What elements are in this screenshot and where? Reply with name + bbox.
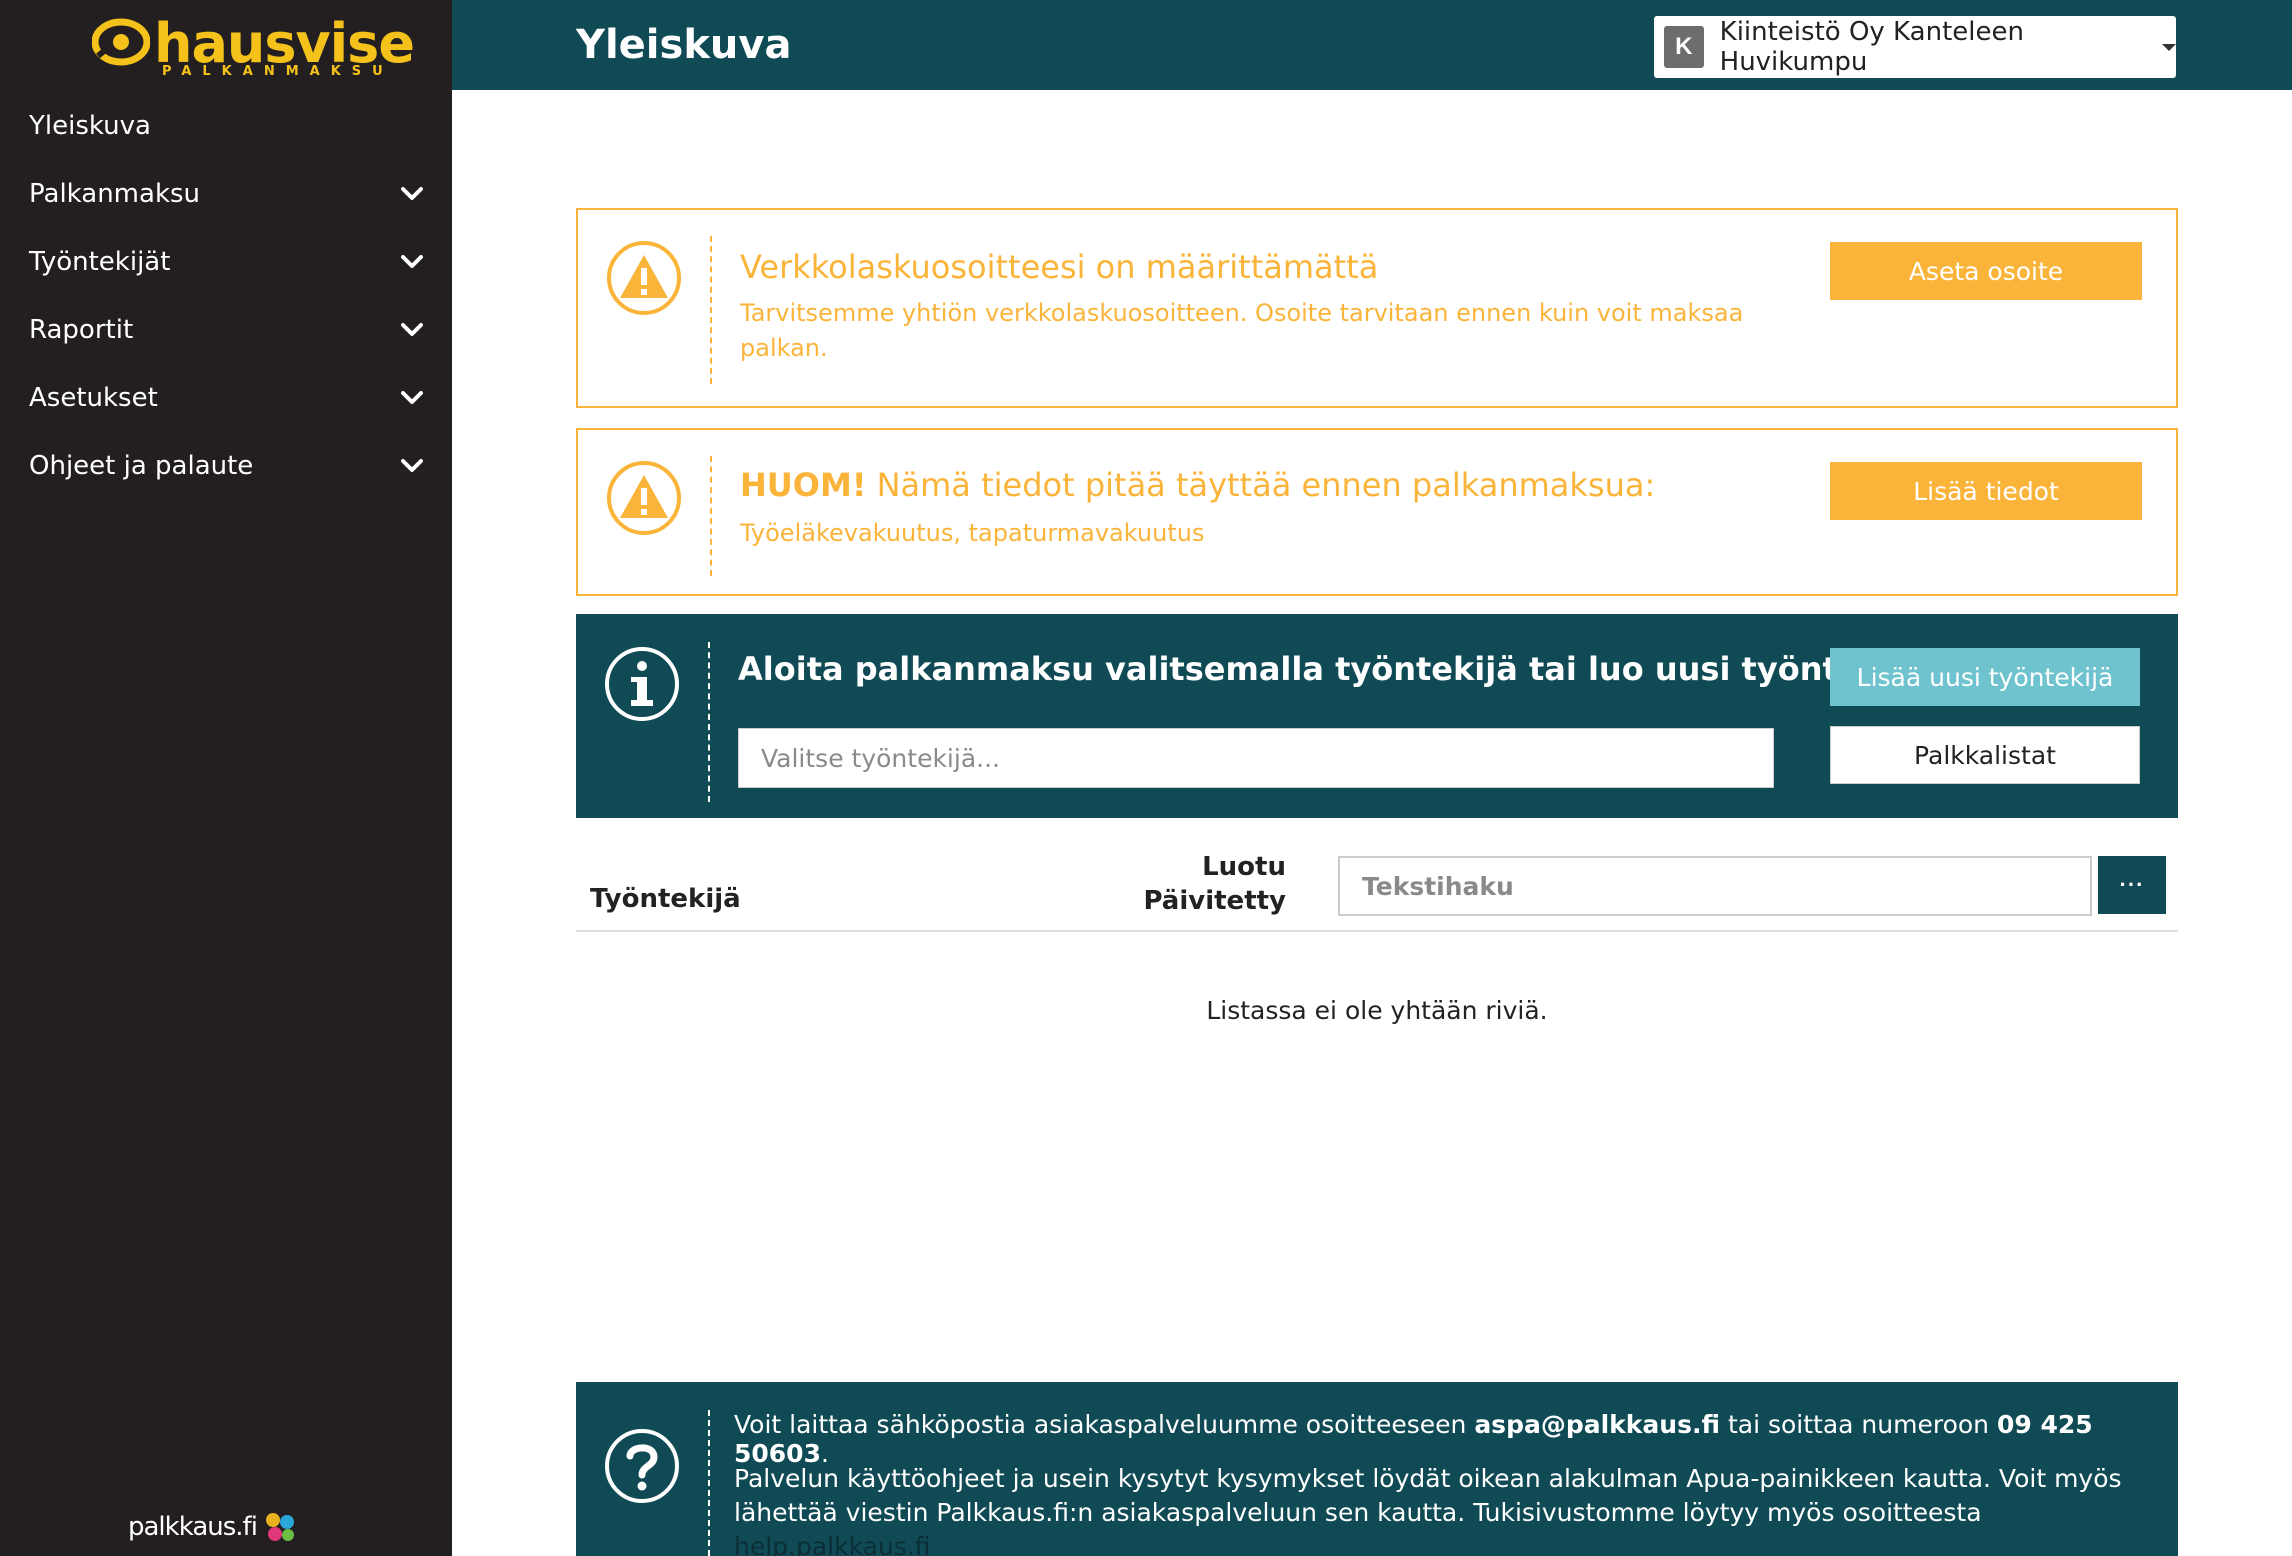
- caret-down-icon: [2162, 43, 2176, 51]
- start-payroll-card: Aloita palkanmaksu valitsemalla työnteki…: [576, 614, 2178, 818]
- sidebar: hausvise PALKANMAKSU Yleiskuva Palkanmak…: [0, 0, 452, 1556]
- sidebar-item-label: Ohjeet ja palaute: [29, 451, 254, 481]
- question-circle-icon: [605, 1429, 679, 1503]
- sidebar-item-yleiskuva[interactable]: Yleiskuva: [0, 92, 452, 160]
- einvoice-alert-text: Tarvitsemme yhtiön verkkolaskuosoitteen.…: [740, 299, 1744, 362]
- sidebar-item-palkanmaksu[interactable]: Palkanmaksu: [0, 160, 452, 228]
- help-instructions-text: Palvelun käyttöohjeet ja usein kysytyt k…: [734, 1462, 2154, 1556]
- alert-divider: [710, 236, 712, 384]
- sidebar-item-label: Yleiskuva: [29, 111, 151, 141]
- palkkaus-brand[interactable]: palkkaus.fi: [128, 1510, 297, 1544]
- help-divider: [708, 1410, 710, 1556]
- help-box: Voit laittaa sähköpostia asiakaspalveluu…: [576, 1382, 2178, 1556]
- info-divider: [708, 642, 710, 802]
- logo-subtitle: PALKANMAKSU: [162, 64, 394, 79]
- required-info-text: Työeläkevakuutus, tapaturmavakuutus: [740, 519, 1205, 547]
- more-options-button[interactable]: ···: [2098, 856, 2166, 914]
- sidebar-item-raportit[interactable]: Raportit: [0, 296, 452, 364]
- help-site-link[interactable]: help.palkkaus.fi: [734, 1532, 931, 1556]
- sidebar-item-label: Palkanmaksu: [29, 179, 201, 209]
- employee-select-input[interactable]: [738, 728, 1774, 788]
- support-email[interactable]: aspa@palkkaus.fi: [1474, 1410, 1720, 1439]
- text-search-input[interactable]: [1338, 856, 2092, 916]
- set-address-button[interactable]: Aseta osoite: [1830, 242, 2142, 300]
- sidebar-item-asetukset[interactable]: Asetukset: [0, 364, 452, 432]
- chevron-down-icon[interactable]: [400, 250, 424, 274]
- chevron-down-icon[interactable]: [400, 318, 424, 342]
- info-circle-icon: [605, 647, 679, 721]
- sidebar-item-label: Raportit: [29, 315, 134, 345]
- column-header-updated: Päivitetty: [1143, 886, 1286, 916]
- add-new-employee-button[interactable]: Lisää uusi työntekijä: [1830, 648, 2140, 706]
- palkkaus-wordmark: palkkaus.fi: [128, 1512, 258, 1542]
- company-selector[interactable]: K Kiinteistö Oy Kanteleen Huvikumpu: [1654, 16, 2176, 78]
- help-line2-text: Palvelun käyttöohjeet ja usein kysytyt k…: [734, 1464, 2122, 1527]
- sidebar-nav: Yleiskuva Palkanmaksu Työntekijät Raport…: [0, 92, 452, 500]
- sidebar-item-tyontekijat[interactable]: Työntekijät: [0, 228, 452, 296]
- palkkaus-dots-icon: [265, 1513, 294, 1541]
- column-header-created: Luotu: [1202, 852, 1286, 882]
- chevron-down-icon[interactable]: [400, 182, 424, 206]
- chevron-down-icon[interactable]: [400, 386, 424, 410]
- sidebar-item-label: Työntekijät: [29, 247, 171, 277]
- top-header: Yleiskuva K Kiinteistö Oy Kanteleen Huvi…: [452, 0, 2292, 90]
- empty-list-message: Listassa ei ole yhtään riviä.: [1206, 996, 1548, 1025]
- column-header-employee[interactable]: Työntekijä: [590, 884, 741, 914]
- required-info-title: HUOM! Nämä tiedot pitää täyttää ennen pa…: [740, 466, 1655, 504]
- page-title: Yleiskuva: [576, 22, 792, 68]
- required-info-title-text: Nämä tiedot pitää täyttää ennen palkanma…: [866, 466, 1656, 504]
- einvoice-alert: Verkkolaskuosoitteesi on määrittämättä T…: [576, 208, 2178, 408]
- sidebar-item-label: Asetukset: [29, 383, 158, 413]
- company-avatar: K: [1664, 26, 1704, 68]
- alert-divider: [710, 456, 712, 576]
- required-info-alert: HUOM! Nämä tiedot pitää täyttää ennen pa…: [576, 428, 2178, 596]
- employee-table-header: Työntekijä Luotu Päivitetty ···: [576, 846, 2178, 932]
- hausvise-logo[interactable]: hausvise PALKANMAKSU: [92, 12, 415, 80]
- warning-triangle-icon: [607, 241, 681, 315]
- help-line1-pre: Voit laittaa sähköpostia asiakaspalveluu…: [734, 1410, 1475, 1439]
- help-contact-text: Voit laittaa sähköpostia asiakaspalveluu…: [734, 1410, 2178, 1468]
- start-payroll-title: Aloita palkanmaksu valitsemalla työnteki…: [738, 650, 1924, 688]
- add-details-button[interactable]: Lisää tiedot: [1830, 462, 2142, 520]
- warning-triangle-icon: [607, 461, 681, 535]
- start-title-pre: Aloita palkanmaksu valitsemalla työnteki…: [738, 650, 1529, 688]
- sidebar-item-ohjeet[interactable]: Ohjeet ja palaute: [0, 432, 452, 500]
- einvoice-alert-title: Verkkolaskuosoitteesi on määrittämättä: [740, 248, 1379, 286]
- chevron-down-icon[interactable]: [400, 454, 424, 478]
- huom-label: HUOM!: [740, 466, 867, 504]
- column-header-dates[interactable]: Luotu Päivitetty: [1136, 850, 1286, 918]
- start-title-bold: tai: [1528, 650, 1577, 688]
- help-line1-mid: tai soittaa numeroon: [1720, 1410, 1997, 1439]
- logo-eye-icon: [92, 18, 150, 66]
- payroll-lists-button[interactable]: Palkkalistat: [1830, 726, 2140, 784]
- company-name: Kiinteistö Oy Kanteleen Huvikumpu: [1719, 17, 2024, 77]
